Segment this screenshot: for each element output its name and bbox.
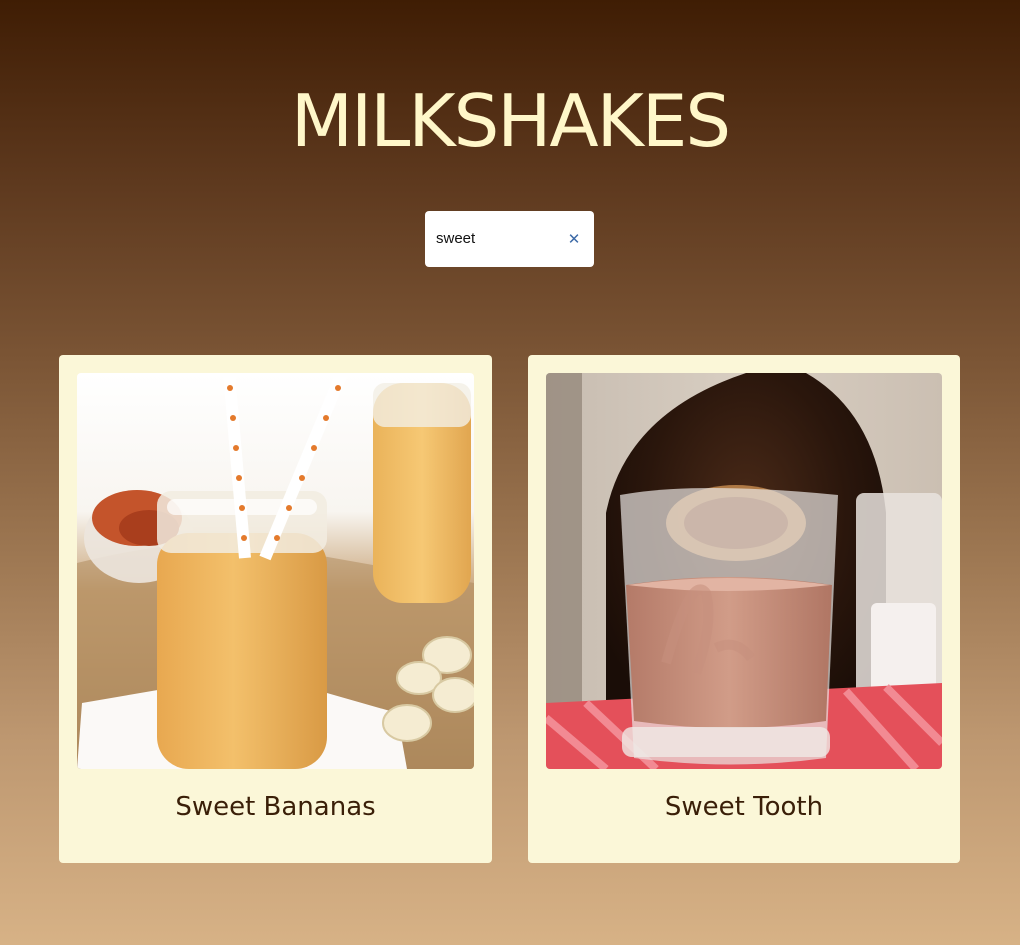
page-title: MILKSHAKES (290, 79, 731, 163)
card-title[interactable]: Sweet Bananas (59, 787, 492, 827)
card-title[interactable]: Sweet Tooth (528, 787, 960, 827)
banana-milkshake-photo (77, 373, 474, 769)
search-input[interactable] (436, 229, 562, 249)
result-card-sweet-tooth[interactable]: Sweet Tooth (528, 355, 960, 863)
result-card-sweet-bananas[interactable]: Sweet Bananas (59, 355, 492, 863)
chocolate-milk-glass-photo (546, 373, 942, 769)
clear-search-icon[interactable]: ✕ (565, 230, 583, 248)
search-box[interactable]: ✕ (425, 211, 594, 267)
